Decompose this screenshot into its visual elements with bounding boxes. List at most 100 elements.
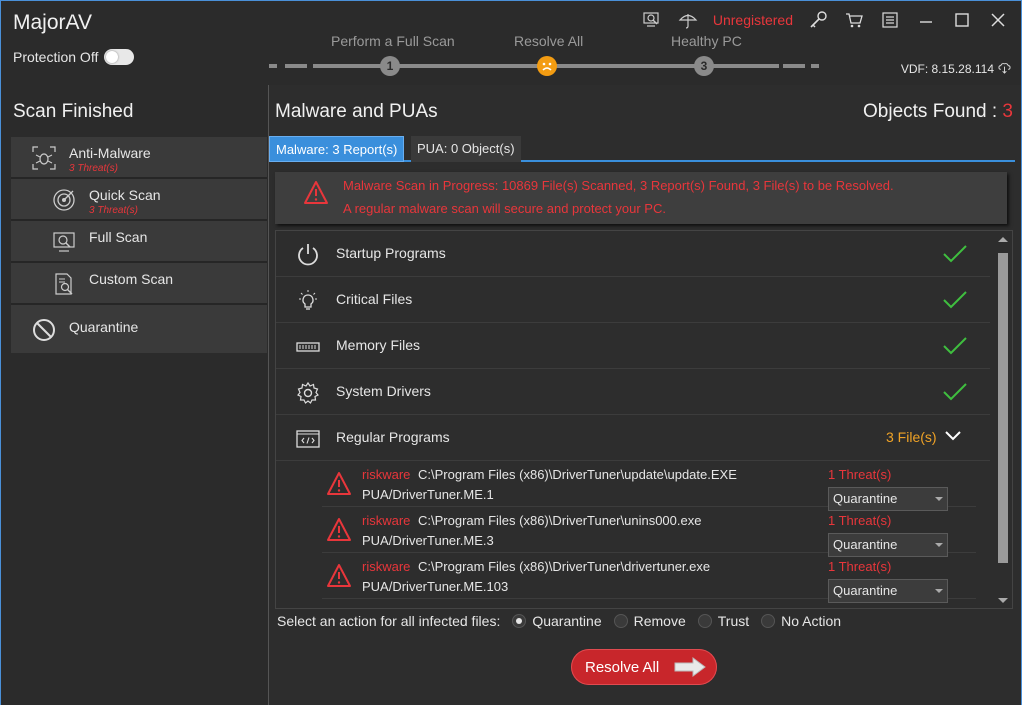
protection-label: Protection Off [13, 49, 99, 65]
tab-malware[interactable]: Malware: 3 Report(s) [269, 136, 405, 162]
sidebar-item-label: Quarantine [69, 319, 139, 335]
threat-name: PUA/DriverTuner.ME.1 [362, 487, 494, 502]
sidebar-item-label: Custom Scan [89, 271, 174, 287]
minimize-icon[interactable] [915, 9, 937, 31]
bulk-action-row: Select an action for all infected files:… [277, 613, 841, 629]
sidebar-item-full-scan[interactable]: Full Scan [11, 221, 267, 263]
tab-pua[interactable]: PUA: 0 Object(s) [411, 136, 521, 162]
objects-found-count: 3 [1002, 101, 1013, 122]
checkmark-icon [942, 289, 968, 311]
file-count: 3 File(s) [886, 429, 937, 445]
category-label: Regular Programs [336, 429, 450, 445]
step-dash [285, 64, 307, 68]
checkmark-icon [942, 381, 968, 403]
sidebar-list: Anti-Malware 3 Threat(s) Quick Scan 3 Th… [11, 137, 267, 353]
power-icon [296, 243, 320, 267]
radio-no-action[interactable] [761, 614, 776, 628]
code-window-icon [296, 427, 320, 451]
action-select[interactable]: Quarantine [828, 579, 948, 603]
vdf-label: VDF: 8.15.28.114 [900, 62, 994, 76]
alert-line-2: A regular malware scan will secure and p… [343, 201, 666, 216]
checkmark-icon [942, 243, 968, 265]
threat-count: 1 Threat(s) [828, 467, 892, 482]
key-icon[interactable] [807, 9, 829, 31]
threat-count: 3 Threat(s) [89, 205, 138, 216]
scan-results-list: Startup Programs Critical Files Memory F [275, 230, 1013, 609]
action-select-value: Quarantine [833, 583, 898, 598]
step-2-label: Resolve All [514, 33, 584, 49]
threat-type: riskware [362, 513, 411, 528]
top-icons: Unregistered [641, 9, 1009, 31]
category-regular-programs[interactable]: Regular Programs 3 File(s) [276, 415, 990, 461]
umbrella-icon[interactable] [677, 9, 699, 31]
radio-trust[interactable] [697, 614, 712, 628]
cart-icon[interactable] [843, 9, 865, 31]
category-critical-files[interactable]: Critical Files [276, 277, 990, 323]
action-select-value: Quarantine [833, 537, 898, 552]
threat-row: riskware C:\Program Files (x86)\DriverTu… [322, 461, 976, 511]
category-label: System Drivers [336, 383, 431, 399]
threat-type: riskware [362, 559, 411, 574]
objects-found-label: Objects Found : [863, 101, 1003, 122]
warning-icon [326, 563, 352, 589]
scan-monitor-icon[interactable] [641, 9, 663, 31]
threat-type: riskware [362, 467, 411, 482]
threat-count: 1 Threat(s) [828, 513, 892, 528]
checkmark-icon [942, 335, 968, 357]
page-title: Malware and PUAs [275, 101, 438, 122]
threat-path: C:\Program Files (x86)\DriverTuner\drive… [418, 559, 711, 574]
scroll-down-icon[interactable] [998, 598, 1008, 603]
threat-path: C:\Program Files (x86)\DriverTuner\updat… [418, 467, 737, 482]
sidebar-item-anti-malware[interactable]: Anti-Malware 3 Threat(s) [11, 137, 267, 179]
radio-label: Remove [633, 613, 686, 629]
scroll-up-icon[interactable] [998, 237, 1008, 242]
scrollbar[interactable] [996, 233, 1010, 607]
threat-count: 3 Threat(s) [69, 163, 118, 174]
step-1-label: Perform a Full Scan [331, 33, 455, 49]
sidebar-item-label: Quick Scan [89, 187, 161, 203]
category-label: Critical Files [336, 291, 413, 307]
scroll-thumb[interactable] [998, 253, 1008, 563]
cloud-update-icon[interactable] [998, 61, 1011, 77]
resolve-all-button[interactable]: Resolve All [571, 649, 717, 685]
sidebar-item-label: Full Scan [89, 229, 148, 245]
category-memory-files[interactable]: Memory Files [276, 323, 990, 369]
warning-icon [303, 180, 329, 206]
radio-quarantine[interactable] [512, 614, 527, 628]
step-2-circle-sad-icon [537, 56, 557, 76]
scan-alert-banner: Malware Scan in Progress: 10869 File(s) … [275, 172, 1007, 224]
threat-path: C:\Program Files (x86)\DriverTuner\unins… [418, 513, 702, 528]
threat-name: PUA/DriverTuner.ME.103 [362, 579, 509, 594]
progress-steps: Perform a Full Scan Resolve All Healthy … [267, 31, 827, 81]
resolve-all-label: Resolve All [585, 658, 660, 676]
alert-line-1: Malware Scan in Progress: 10869 File(s) … [343, 178, 894, 193]
maximize-icon[interactable] [951, 9, 973, 31]
protection-toggle[interactable] [104, 49, 135, 65]
protection-toggle-row: Protection Off [13, 49, 135, 65]
radio-label: No Action [781, 613, 842, 629]
threat-row: riskware C:\Program Files (x86)\DriverTu… [322, 553, 976, 603]
sidebar-item-quarantine[interactable]: Quarantine [11, 305, 267, 353]
warning-icon [326, 517, 352, 543]
threat-count: 1 Threat(s) [828, 559, 892, 574]
category-label: Startup Programs [336, 245, 446, 261]
sidebar-item-quick-scan[interactable]: Quick Scan 3 Threat(s) [11, 179, 267, 221]
close-icon[interactable] [987, 9, 1009, 31]
action-select-value: Quarantine [833, 491, 898, 506]
header: MajorAV Protection Off Perform a Full Sc… [1, 1, 1021, 85]
chevron-down-icon[interactable] [944, 429, 962, 443]
step-dash [811, 64, 819, 68]
bug-scan-icon [31, 145, 57, 171]
threat-list: riskware C:\Program Files (x86)\DriverTu… [322, 461, 976, 603]
monitor-scan-icon [51, 229, 77, 255]
radio-remove[interactable] [613, 614, 628, 628]
menu-icon[interactable] [879, 9, 901, 31]
unregistered-link[interactable]: Unregistered [713, 12, 793, 28]
step-3-label: Healthy PC [671, 33, 742, 49]
category-startup-programs[interactable]: Startup Programs [276, 231, 990, 277]
sidebar-item-custom-scan[interactable]: Custom Scan [11, 263, 267, 305]
category-system-drivers[interactable]: System Drivers [276, 369, 990, 415]
bulk-action-label: Select an action for all infected files: [277, 613, 501, 629]
arrow-right-icon [673, 656, 707, 678]
threat-row: riskware C:\Program Files (x86)\DriverTu… [322, 507, 976, 557]
